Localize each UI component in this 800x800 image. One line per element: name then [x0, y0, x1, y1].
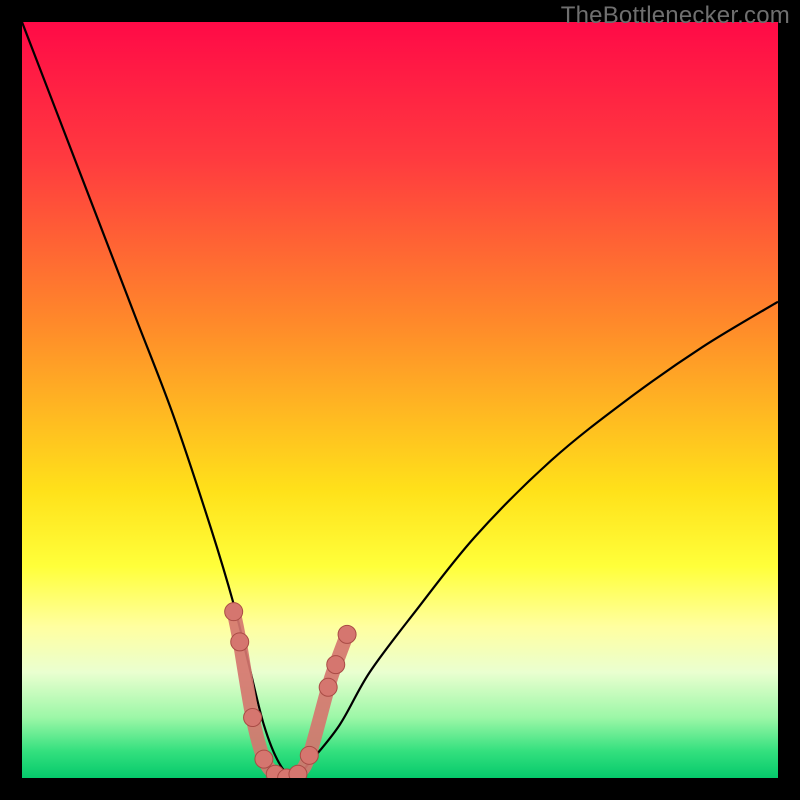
marker-point — [231, 633, 249, 651]
marker-point — [300, 746, 318, 764]
gradient-background — [22, 22, 778, 778]
marker-point — [244, 709, 262, 727]
marker-point — [319, 678, 337, 696]
plot-area — [22, 22, 778, 778]
marker-point — [338, 625, 356, 643]
bottleneck-chart — [22, 22, 778, 778]
marker-point — [327, 656, 345, 674]
marker-point — [255, 750, 273, 768]
chart-frame: TheBottlenecker.com — [0, 0, 800, 800]
marker-point — [225, 603, 243, 621]
marker-point — [289, 765, 307, 778]
watermark-text: TheBottlenecker.com — [561, 2, 790, 30]
